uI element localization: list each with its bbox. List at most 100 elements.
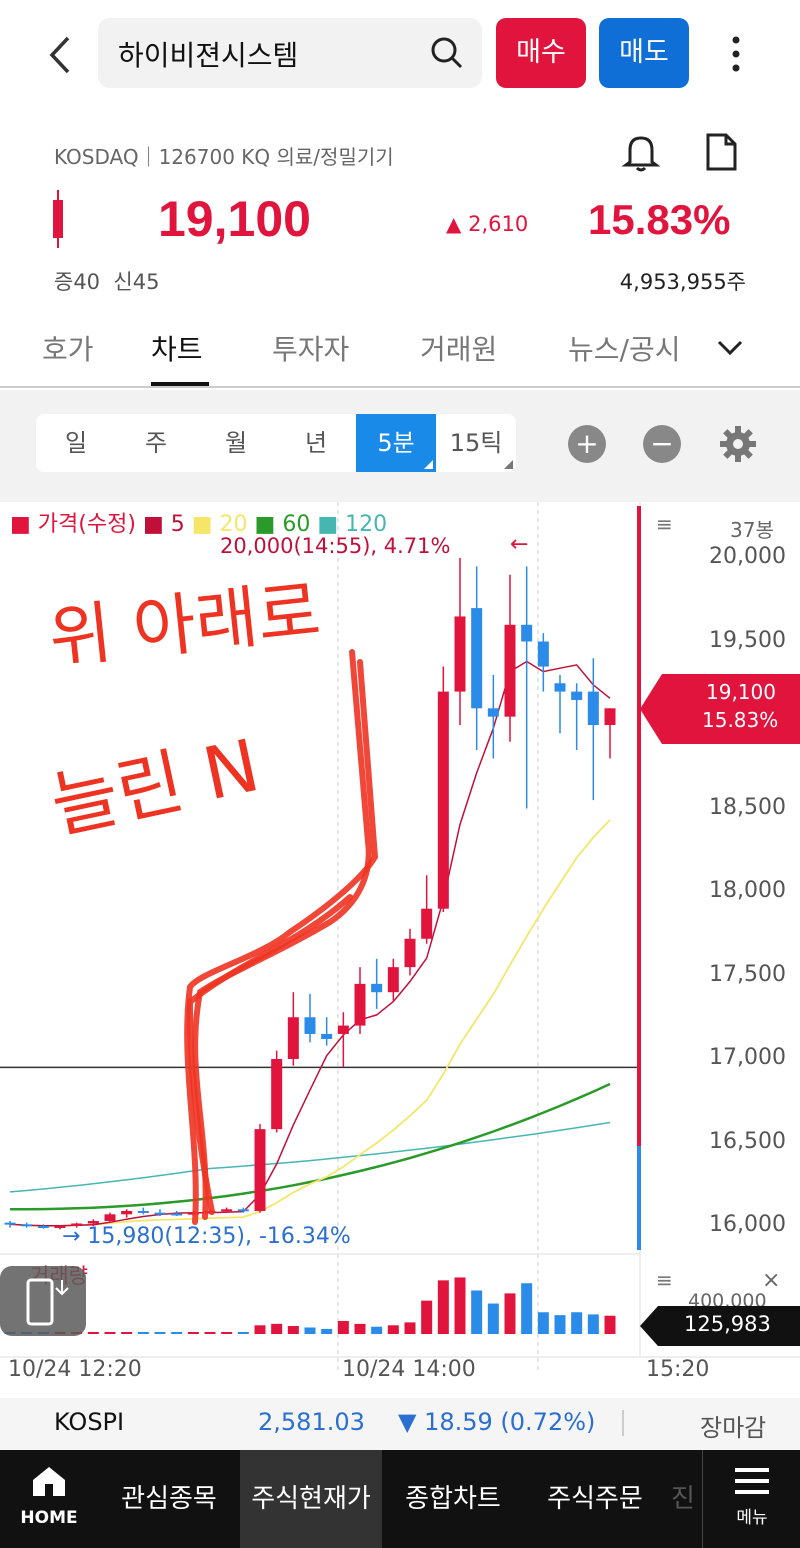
nav-more-item[interactable]: 진: [666, 1450, 700, 1548]
volume-bar: [421, 1300, 433, 1334]
search-field[interactable]: 하이비젼시스템: [98, 18, 482, 88]
tab-investor[interactable]: 투자자: [272, 328, 349, 368]
zoom-out-icon[interactable]: −: [643, 425, 681, 463]
candle-body: [404, 938, 416, 968]
period-week[interactable]: 주: [116, 414, 196, 472]
active-tab-indicator: [151, 382, 209, 386]
candle-body: [221, 1209, 233, 1212]
tab-chart[interactable]: 차트: [151, 328, 203, 368]
sell-button[interactable]: 매도: [599, 18, 689, 88]
volume-bar: [537, 1312, 549, 1334]
volume-bar: [154, 1332, 166, 1334]
price-change-value: 2,610: [468, 212, 529, 236]
volume-bar: [587, 1314, 599, 1334]
rotate-glyph: [26, 1278, 69, 1326]
volume-bar: [471, 1290, 483, 1334]
tag-percent: 15.83%: [702, 708, 779, 732]
index-bar[interactable]: KOSPI 2,581.03 ▼ 18.59 (0.72%) 장마감: [0, 1398, 800, 1450]
stock-meta: KOSDAQ｜126700 KQ 의료/정밀기기: [54, 145, 394, 169]
volume-bar: [571, 1312, 583, 1334]
candle-body: [154, 1212, 166, 1215]
tab-orderbook[interactable]: 호가: [42, 328, 94, 368]
candle-body: [4, 1222, 16, 1225]
volume-menu-icon[interactable]: ≡: [656, 1268, 673, 1292]
volume-bar: [271, 1323, 283, 1334]
high-annotation: 20,000(14:55), 4.71%: [220, 534, 451, 558]
margin-info: 증40 신45: [54, 270, 160, 294]
y-axis-tick: 18,500: [709, 794, 786, 820]
more-menu-icon[interactable]: [722, 30, 750, 80]
volume-bar: [137, 1332, 149, 1334]
back-icon[interactable]: [40, 30, 80, 80]
nav-chart[interactable]: 종합차트: [382, 1450, 524, 1548]
zoom-in-icon[interactable]: +: [568, 425, 606, 463]
legend-price: 가격(수정): [37, 512, 136, 537]
y-axis-tick: 16,500: [709, 1128, 786, 1154]
chevron-down-icon[interactable]: [715, 332, 745, 362]
document-icon[interactable]: [702, 132, 740, 172]
legend-ma5-icon: ■: [142, 512, 164, 537]
period-15tick[interactable]: 15틱: [436, 414, 516, 472]
volume-bar: [604, 1315, 616, 1334]
nav-watchlist[interactable]: 관심종목: [98, 1450, 240, 1548]
tab-news[interactable]: 뉴스/공시: [568, 328, 693, 368]
tab-bar: 호가 차트 투자자 거래원 뉴스/공시: [0, 318, 800, 388]
candle-body: [121, 1210, 133, 1215]
period-year[interactable]: 년: [276, 414, 356, 472]
candle-body: [254, 1129, 266, 1211]
nav-menu[interactable]: 메뉴: [702, 1450, 800, 1548]
up-triangle-icon: ▲: [446, 212, 462, 236]
bottom-nav: HOME 관심종목 주식현재가 종합차트 주식주문 진 메뉴: [0, 1450, 800, 1548]
handwritten-text: 늘린 N: [44, 723, 266, 849]
tag-price: 19,100: [706, 680, 776, 704]
chart-plot[interactable]: 위 아래로늘린 N: [0, 502, 800, 1398]
volume-bar: [554, 1315, 566, 1334]
candle-body: [587, 691, 599, 725]
y-axis-tick: 17,500: [709, 961, 786, 987]
bell-icon[interactable]: [621, 132, 661, 172]
candle-body: [571, 691, 583, 700]
candle-body: [454, 616, 466, 692]
handwritten-text: 위 아래로: [46, 572, 325, 679]
period-5min-label: 5분: [377, 429, 415, 457]
y-axis-tick: 17,000: [709, 1045, 786, 1070]
x-tick-start: 10/24 12:20: [8, 1357, 142, 1382]
volume-bar: [454, 1277, 466, 1334]
candle-body: [554, 683, 566, 692]
rotate-screen-icon[interactable]: [0, 1266, 86, 1336]
candle-body: [371, 983, 383, 993]
candle-body: [37, 1226, 49, 1228]
period-5min[interactable]: 5분: [356, 414, 436, 472]
search-icon[interactable]: [430, 36, 464, 70]
period-month[interactable]: 월: [196, 414, 276, 472]
candle-body: [487, 708, 499, 717]
current-price-tag: 19,100 15.83%: [640, 674, 800, 744]
gear-icon[interactable]: [718, 424, 758, 464]
divider: [622, 1410, 624, 1436]
period-day[interactable]: 일: [36, 414, 116, 472]
corner-triangle-icon: [424, 460, 433, 469]
volume-bar: [487, 1303, 499, 1334]
nav-home[interactable]: HOME: [0, 1450, 98, 1548]
candle-body: [604, 708, 616, 725]
corner-triangle-icon: [504, 460, 513, 469]
y-axis-tick: 16,000: [709, 1212, 786, 1237]
candlestick-chart[interactable]: 위 아래로늘린 N: [0, 502, 800, 1398]
nav-stock-price[interactable]: 주식현재가: [240, 1450, 382, 1548]
tab-broker[interactable]: 거래원: [420, 328, 497, 368]
nav-order[interactable]: 주식주문: [524, 1450, 666, 1548]
buy-button[interactable]: 매수: [496, 18, 586, 88]
volume-bar: [187, 1332, 199, 1334]
volume-bar: [387, 1325, 399, 1334]
candle-body: [21, 1224, 33, 1227]
y-axis-tick: 18,000: [709, 878, 786, 903]
x-tick-end: 15:20: [646, 1357, 710, 1382]
hamburger-icon: [735, 1468, 769, 1494]
candle-body: [321, 1033, 333, 1039]
volume-bar: [171, 1332, 183, 1334]
low-annotation: → 15,980(12:35), -16.34%: [62, 1224, 351, 1249]
candle-body: [287, 1017, 299, 1059]
y-axis-tick: 20,000: [709, 544, 786, 569]
chart-menu-icon[interactable]: ≡: [656, 512, 673, 536]
volume-bar: [304, 1327, 316, 1334]
